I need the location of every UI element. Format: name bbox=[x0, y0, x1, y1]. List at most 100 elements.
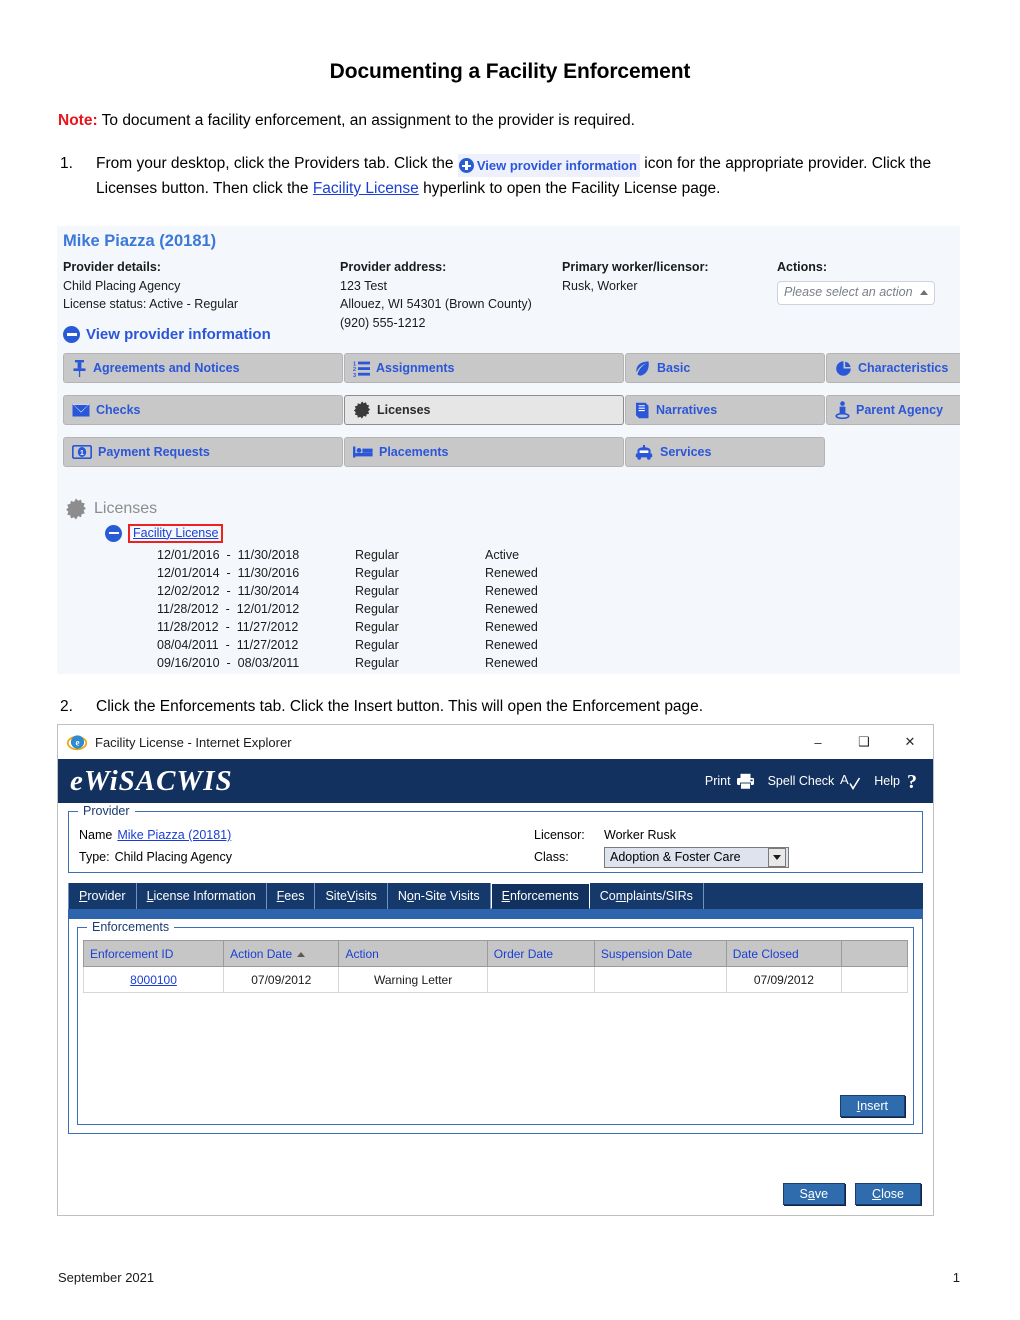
ie-titlebar: e Facility License - Internet Explorer –… bbox=[58, 725, 933, 759]
license-status: Renewed bbox=[485, 638, 538, 652]
save-button[interactable]: Save bbox=[782, 1183, 846, 1205]
question-mark-icon: ? bbox=[907, 771, 917, 791]
cell-enforcement-id: 8000100 bbox=[82, 966, 225, 993]
col-action[interactable]: Action bbox=[338, 940, 488, 967]
facility-license-node[interactable]: Facility License bbox=[105, 523, 825, 543]
provider-button-checks[interactable]: Checks bbox=[63, 395, 343, 425]
note-text: To document a facility enforcement, an a… bbox=[97, 112, 635, 129]
svg-text:3: 3 bbox=[353, 372, 356, 376]
tab-fees[interactable]: Fees bbox=[266, 883, 316, 909]
provider-details-heading: Provider details: bbox=[63, 260, 161, 274]
tab-complaints-sirs[interactable]: Co m plaints/SIRs bbox=[589, 883, 704, 909]
col-action-date[interactable]: Action Date bbox=[223, 940, 340, 967]
help-button[interactable]: Help ? bbox=[874, 771, 919, 791]
enforcements-content-pane: Enforcements Enforcement ID Action Date … bbox=[68, 919, 923, 1134]
print-label: Print bbox=[704, 774, 731, 788]
actions-select[interactable]: Please select an action bbox=[777, 280, 935, 305]
col-enforcement-id[interactable]: Enforcement ID bbox=[82, 940, 225, 967]
step-1-number: 1. bbox=[60, 155, 73, 172]
license-status: Renewed bbox=[485, 656, 538, 670]
col-suspension-date[interactable]: Suspension Date bbox=[593, 940, 727, 967]
facility-license-link[interactable]: Facility License bbox=[313, 180, 419, 197]
license-type: Regular bbox=[355, 620, 399, 634]
tab-non-site-visits[interactable]: No n-Site Visits bbox=[387, 883, 491, 909]
step-2-body: Click the Enforcements tab. Click the In… bbox=[96, 698, 704, 715]
provider-button-characteristics[interactable]: Characteristics bbox=[826, 353, 960, 383]
provider-fieldset-legend: Provider bbox=[78, 804, 135, 818]
provider-button-placements[interactable]: Placements bbox=[344, 437, 624, 467]
provider-button-label: Checks bbox=[96, 403, 141, 417]
provider-button-assignments[interactable]: 1 2 3 Assignments bbox=[344, 353, 624, 383]
tabbar-underbar bbox=[68, 909, 923, 919]
note-line: Note: To document a facility enforcement… bbox=[58, 110, 958, 132]
maximize-button[interactable]: ❑ bbox=[841, 725, 887, 759]
license-dates: 11/28/2012 - 11/27/2012 bbox=[157, 620, 299, 634]
provider-details-line-2: License status: Active - Regular bbox=[63, 297, 239, 311]
internet-explorer-icon: e bbox=[67, 735, 87, 751]
close-button[interactable]: Close bbox=[855, 1183, 921, 1205]
tab-provider[interactable]: Provider bbox=[68, 883, 137, 909]
tab-enforcements[interactable]: Enforcements bbox=[490, 883, 590, 909]
close-button[interactable]: ✕ bbox=[887, 725, 933, 759]
page-tabbar: Provider License Information Fees Site V… bbox=[68, 883, 923, 909]
svg-text:?: ? bbox=[907, 771, 917, 791]
svg-text:e: e bbox=[76, 738, 80, 748]
col-order-date[interactable]: Order Date bbox=[486, 940, 595, 967]
tab-license-information[interactable]: License Information bbox=[136, 883, 267, 909]
provider-fieldset-left: Name Mike Piazza (20181) Type: Child Pla… bbox=[79, 824, 534, 868]
spell-check-button[interactable]: Spell Check A bbox=[768, 772, 862, 791]
license-status: Active bbox=[485, 548, 520, 562]
tab-license-information-rest: icense Information bbox=[153, 889, 256, 903]
cell-action-date: 07/09/2012 bbox=[223, 966, 340, 993]
facility-license-highlight: Facility License bbox=[128, 523, 224, 543]
actions-select-value: Please select an action bbox=[784, 285, 913, 300]
provider-button-basic[interactable]: Basic bbox=[625, 353, 825, 383]
leaf-icon bbox=[636, 361, 649, 376]
provider-button-label: Basic bbox=[657, 361, 691, 375]
provider-type-row: Type: Child Placing Agency bbox=[79, 846, 534, 868]
tab-provider-rest: rovider bbox=[87, 889, 126, 903]
provider-button-services[interactable]: Services bbox=[625, 437, 825, 467]
enforcement-id-link[interactable]: 8000100 bbox=[130, 973, 177, 987]
svg-text:1: 1 bbox=[80, 450, 84, 457]
license-row: 08/04/2011 - 11/27/2012 Regular Renewed bbox=[105, 636, 825, 654]
book-icon bbox=[636, 402, 649, 418]
license-status: Renewed bbox=[485, 620, 538, 634]
plus-circle-icon bbox=[458, 158, 474, 173]
provider-button-payment-requests[interactable]: 1 Payment Requests bbox=[63, 437, 343, 467]
view-provider-information-chip-label: View provider information bbox=[476, 158, 637, 173]
minimize-button[interactable]: – bbox=[795, 725, 841, 759]
license-type: Regular bbox=[355, 638, 399, 652]
provider-address-column: Provider address: 123 Test Allouez, WI 5… bbox=[340, 258, 555, 332]
numbered-list-icon: 1 2 3 bbox=[353, 361, 370, 377]
pushpin-icon bbox=[73, 359, 86, 377]
col-date-closed[interactable]: Date Closed bbox=[725, 940, 843, 967]
license-status: Renewed bbox=[485, 566, 538, 580]
print-button[interactable]: Print bbox=[705, 773, 755, 790]
view-provider-information-toggle[interactable]: View provider information bbox=[63, 326, 271, 343]
provider-button-licenses[interactable]: Licenses bbox=[344, 395, 624, 425]
banknote-icon: 1 bbox=[72, 445, 92, 459]
minus-circle-icon[interactable] bbox=[105, 524, 122, 542]
class-label: Class: bbox=[534, 850, 569, 864]
provider-name-heading: Mike Piazza (20181) bbox=[63, 232, 217, 250]
spell-check-label: Spell Check bbox=[767, 774, 835, 788]
table-header-row: Enforcement ID Action Date Action Order … bbox=[82, 940, 908, 967]
license-type: Regular bbox=[355, 566, 399, 580]
provider-button-parent-agency[interactable]: Parent Agency bbox=[826, 395, 960, 425]
license-row: 11/28/2012 - 11/27/2012 Regular Renewed bbox=[105, 618, 825, 636]
provider-button-narratives[interactable]: Narratives bbox=[625, 395, 825, 425]
class-select[interactable]: Adoption & Foster Care bbox=[604, 846, 789, 868]
facility-license-node-link[interactable]: Facility License bbox=[133, 526, 218, 540]
ewisacwis-logo: eWiSACWIS bbox=[70, 764, 233, 797]
primary-worker-column: Primary worker/licensor: Rusk, Worker bbox=[562, 258, 762, 295]
actions-column: Actions: Please select an action bbox=[777, 258, 957, 305]
provider-button-agreements-and-notices[interactable]: Agreements and Notices bbox=[63, 353, 343, 383]
provider-name-link[interactable]: Mike Piazza (20181) bbox=[117, 828, 231, 842]
class-row: Class: Adoption & Foster Care bbox=[534, 846, 912, 868]
step-1: 1. From your desktop, click the Provider… bbox=[60, 152, 950, 200]
insert-button[interactable]: Insert bbox=[839, 1095, 905, 1117]
cell-order-date bbox=[486, 966, 595, 993]
step-2-number: 2. bbox=[60, 698, 73, 715]
tab-site-visits[interactable]: Site Visits bbox=[315, 883, 388, 909]
